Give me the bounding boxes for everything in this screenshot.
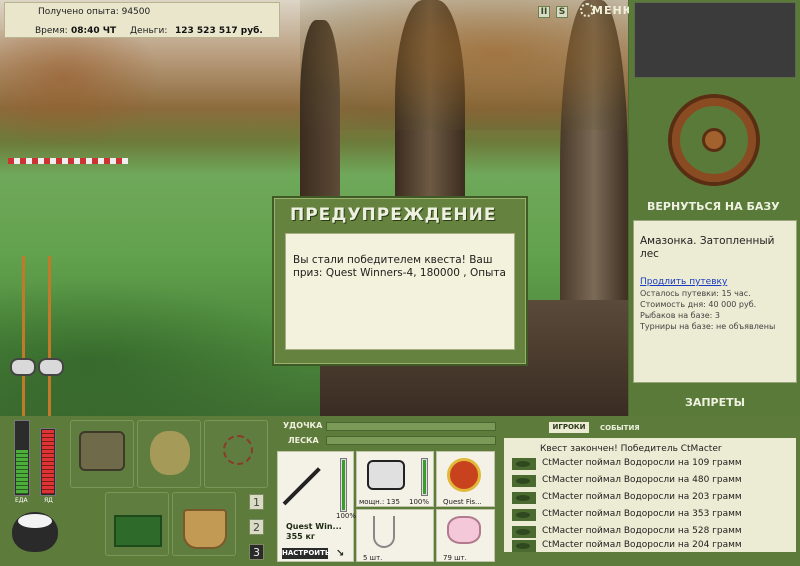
extend-trip-link[interactable]: Продлить путевку <box>640 277 727 287</box>
tournaments-status: Турниры на базе: не объявлены <box>640 322 776 331</box>
rod-weight: 355 кг <box>286 532 316 541</box>
fishing-rod-icon[interactable] <box>22 256 25 416</box>
slot-page-1[interactable]: 1 <box>249 494 264 510</box>
food-label: ЕДА <box>15 497 28 504</box>
food-meter <box>14 420 30 496</box>
tab-players[interactable]: ИГРОКИ <box>549 422 589 433</box>
list-item: CtMacter поймал Водоросли на 203 грамм <box>512 490 790 507</box>
dialog-message: Вы стали победителем квеста! Ваш приз: Q… <box>285 233 515 350</box>
rod-label: УДОЧКА <box>283 421 323 430</box>
sack-slot[interactable] <box>137 420 201 488</box>
slot-page-3[interactable]: 3 <box>249 544 264 560</box>
rod-icon <box>282 467 321 506</box>
bait-caption: 79 шт. <box>443 554 467 562</box>
location-info-panel: Амазонка. Затопленный лес Продлить путев… <box>633 220 797 383</box>
hook-card[interactable]: 5 шт. <box>356 509 434 562</box>
bucket-icon <box>183 509 227 549</box>
bans-button[interactable]: ЗАПРЕТЫ <box>685 396 745 409</box>
bag-slot[interactable] <box>70 420 134 488</box>
fish-icon <box>512 458 536 470</box>
line-strength-bar <box>326 436 496 445</box>
events-header: Квест закончен! Победитель CtMacter <box>540 444 722 454</box>
trip-left: Осталось путевки: 15 час. <box>640 289 751 298</box>
fishing-rod-icon[interactable] <box>48 256 51 416</box>
rod-condition-bar <box>340 458 347 512</box>
bucket-slot[interactable] <box>172 492 236 556</box>
pause-button[interactable]: II <box>538 6 550 18</box>
foliage <box>300 0 628 130</box>
time-label: Время: <box>35 26 68 36</box>
bait-icon <box>447 516 481 544</box>
net-slot[interactable] <box>204 420 268 488</box>
line-caption: Quest Fis... <box>443 498 482 506</box>
sack-icon <box>150 431 190 475</box>
food-basket-slot[interactable] <box>105 492 169 556</box>
info-screen <box>634 2 796 78</box>
rod-strength-bar <box>326 422 496 431</box>
basket-icon <box>114 515 162 547</box>
rod-name: Quest Win... <box>286 522 342 531</box>
rod-condition: 100% <box>336 512 357 520</box>
fish-icon <box>512 540 536 552</box>
net-icon <box>223 435 253 465</box>
tab-events[interactable]: СОБЫТИЯ <box>600 424 640 432</box>
list-item: CtMacter поймал Водоросли на 109 грамм <box>512 456 790 473</box>
fish-icon <box>512 492 536 504</box>
money-value: 123 523 517 руб. <box>175 26 263 36</box>
reel-icon <box>10 358 36 376</box>
float-line <box>8 158 128 164</box>
reel-icon <box>38 358 64 376</box>
dialog-title: ПРЕДУПРЕЖДЕНИЕ <box>290 205 497 225</box>
sound-button[interactable]: S <box>556 6 568 18</box>
day-cost: Стоимость дня: 40 000 руб. <box>640 300 757 309</box>
arrow-icon: ↘ <box>336 548 345 559</box>
list-item: CtMacter поймал Водоросли на 353 грамм <box>512 507 790 524</box>
configure-button[interactable]: НАСТРОИТЬ <box>282 548 330 559</box>
events-log: Квест закончен! Победитель CtMacter CtMa… <box>504 438 796 552</box>
hook-icon <box>373 516 395 548</box>
ship-wheel-icon[interactable] <box>672 98 756 182</box>
poison-label: ЯД <box>44 497 53 504</box>
status-hud: Получено опыта: 94500 Время: 08:40 ЧТ Де… <box>4 2 280 38</box>
hook-caption: 5 шт. <box>363 554 383 562</box>
bait-card[interactable]: 79 шт. <box>436 509 495 562</box>
reel-icon <box>367 460 405 490</box>
return-to-base-button[interactable]: ВЕРНУТЬСЯ НА БАЗУ <box>647 200 780 213</box>
rod-card[interactable]: 100% Quest Win... 355 кг НАСТРОИТЬ ↘ <box>277 451 357 562</box>
reel-card[interactable]: мощн.: 135 100% <box>356 451 434 507</box>
line-label: ЛЕСКА <box>288 436 319 445</box>
line-spool-icon <box>447 458 481 492</box>
list-item: CtMacter поймал Водоросли на 480 грамм <box>512 473 790 490</box>
cauldron-icon[interactable] <box>12 512 58 552</box>
slot-page-2[interactable]: 2 <box>249 519 264 535</box>
fish-icon <box>512 475 536 487</box>
fish-icon <box>512 526 536 538</box>
reel-caption: мощн.: 135 <box>359 498 400 506</box>
location-name: Амазонка. Затопленный лес <box>640 235 775 260</box>
foliage <box>0 30 160 150</box>
time-value: 08:40 ЧТ <box>71 26 117 36</box>
money-label: Деньги: <box>130 26 168 36</box>
reel-condition: 100% <box>409 498 430 506</box>
reel-condition-bar <box>421 458 428 496</box>
fish-icon <box>512 509 536 521</box>
line-card[interactable]: Quest Fis... <box>436 451 495 507</box>
tackle-box-icon <box>79 431 125 471</box>
fishers-count: Рыбаков на базе: 3 <box>640 311 720 320</box>
poison-meter <box>40 428 56 496</box>
list-item: CtMacter поймал Водоросли на 204 грамм <box>512 538 790 555</box>
xp-label: Получено опыта: 94500 <box>38 7 151 17</box>
